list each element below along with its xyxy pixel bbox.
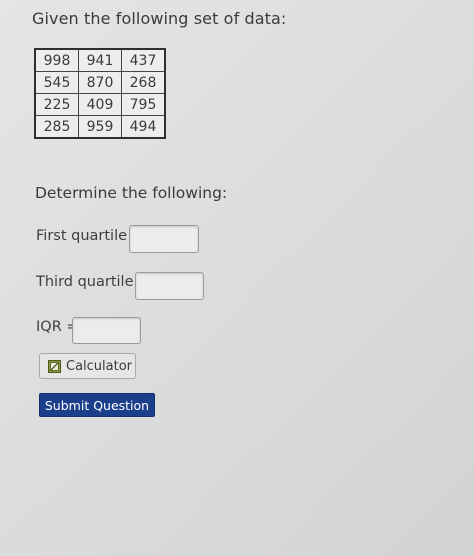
table-cell: 225 bbox=[34, 93, 79, 116]
table-cell: 268 bbox=[121, 71, 166, 94]
calculator-button[interactable]: Calculator bbox=[39, 353, 136, 379]
table-row: 998 941 437 bbox=[34, 48, 166, 72]
question-page: Given the following set of data: 998 941… bbox=[0, 0, 474, 556]
table-cell: 494 bbox=[121, 115, 166, 139]
table-cell: 959 bbox=[78, 115, 122, 139]
first-quartile-label: First quartile = bbox=[36, 228, 144, 244]
table-row: 285 959 494 bbox=[34, 115, 166, 139]
instruction-text: Determine the following: bbox=[35, 184, 228, 202]
first-quartile-input[interactable] bbox=[129, 225, 199, 253]
table-cell: 998 bbox=[34, 48, 79, 72]
data-table: 998 941 437 545 870 268 225 409 795 285 … bbox=[34, 48, 166, 139]
table-row: 545 870 268 bbox=[34, 71, 166, 94]
table-cell: 545 bbox=[34, 71, 79, 94]
calculator-icon bbox=[48, 359, 61, 373]
table-row: 225 409 795 bbox=[34, 93, 166, 116]
table-cell: 409 bbox=[78, 93, 122, 116]
table-cell: 795 bbox=[121, 93, 166, 116]
table-cell: 870 bbox=[78, 71, 122, 94]
iqr-input[interactable] bbox=[72, 317, 141, 344]
third-quartile-label: Third quartile = bbox=[36, 274, 151, 290]
table-cell: 285 bbox=[34, 115, 79, 139]
calculator-label: Calculator bbox=[66, 358, 133, 374]
question-prompt: Given the following set of data: bbox=[32, 9, 287, 28]
table-cell: 941 bbox=[78, 48, 122, 72]
third-quartile-input[interactable] bbox=[135, 272, 204, 300]
submit-question-button[interactable]: Submit Question bbox=[39, 393, 155, 417]
table-cell: 437 bbox=[121, 48, 166, 72]
